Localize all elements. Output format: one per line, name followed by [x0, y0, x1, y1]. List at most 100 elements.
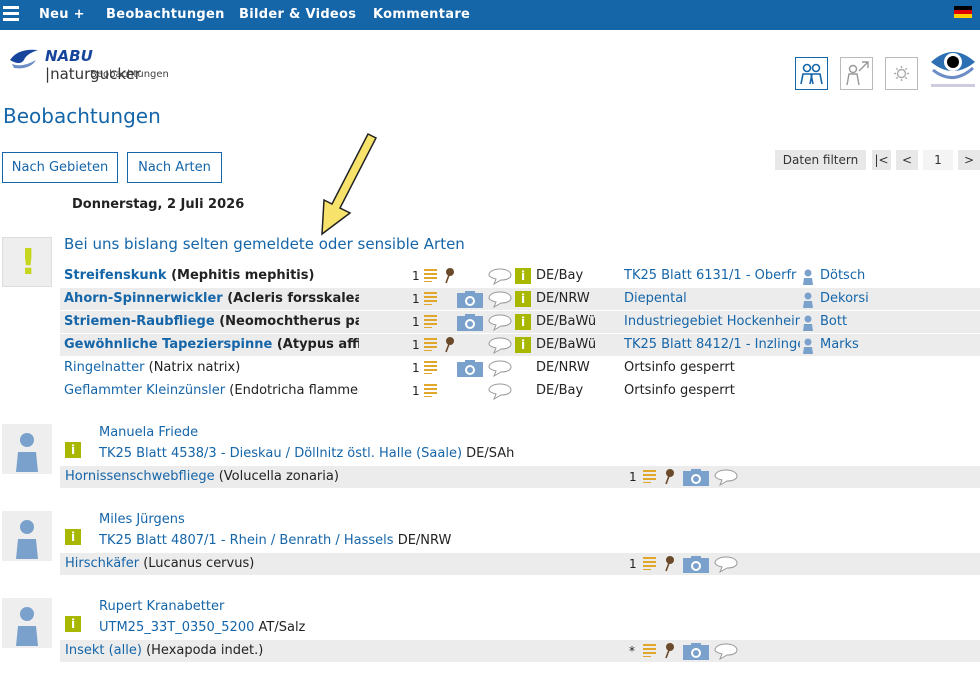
user-name[interactable]: Rupert Kranabetter: [99, 599, 224, 614]
species-name[interactable]: Hirschkäfer (Lucanus cervus): [65, 556, 565, 571]
user-name[interactable]: Manuela Friede: [99, 425, 198, 440]
info-icon[interactable]: i: [515, 314, 531, 330]
info-icon[interactable]: i: [515, 268, 531, 284]
community-button[interactable]: [795, 57, 828, 90]
comment-icon[interactable]: [488, 314, 512, 335]
avatar[interactable]: [2, 598, 52, 648]
info-icon[interactable]: i: [515, 291, 531, 307]
comment-icon[interactable]: [714, 469, 738, 490]
species-name[interactable]: Insekt (alle) (Hexapoda indet.): [65, 643, 565, 658]
observer-name[interactable]: Dekorsi: [820, 291, 869, 306]
page-number[interactable]: 1: [923, 150, 953, 170]
user-name[interactable]: Miles Jürgens: [99, 512, 185, 527]
list-icon[interactable]: [643, 556, 657, 574]
comment-icon[interactable]: [488, 268, 512, 289]
list-icon[interactable]: [643, 469, 657, 487]
region-code: DE/Bay: [536, 268, 584, 283]
list-icon[interactable]: [424, 314, 438, 332]
species-common-name[interactable]: Ahorn-Spinnerwickler: [64, 291, 223, 306]
species-common-name[interactable]: Hirschkäfer: [65, 556, 139, 571]
species-common-name[interactable]: Geflammter Kleinzünsler: [64, 383, 225, 398]
location-link[interactable]: TK25 Blatt 4538/3 - Dieskau / Döllnitz ö…: [99, 446, 462, 461]
location-link[interactable]: TK25 Blatt 4807/1 - Rhein / Benrath / Ha…: [99, 533, 394, 548]
camera-icon[interactable]: [457, 291, 483, 312]
info-icon[interactable]: i: [65, 616, 81, 632]
list-icon[interactable]: [424, 337, 438, 355]
location-name[interactable]: Diepental: [624, 291, 800, 306]
species-name[interactable]: Ringelnatter (Natrix natrix): [64, 360, 359, 375]
sensitive-species-heading[interactable]: Bei uns bislang selten gemeldete oder se…: [64, 235, 465, 253]
login-button[interactable]: [840, 57, 873, 90]
info-icon[interactable]: i: [515, 337, 531, 353]
location-name: Ortsinfo gesperrt: [624, 383, 735, 398]
species-name[interactable]: Streifenskunk (Mephitis mephitis): [64, 268, 359, 283]
nav-kommentare[interactable]: Kommentare: [373, 7, 470, 22]
person-arrow-icon: [846, 61, 869, 86]
observation-row[interactable]: Insekt (alle) (Hexapoda indet.) *: [60, 640, 980, 662]
avatar[interactable]: [2, 424, 52, 474]
comment-icon[interactable]: [488, 360, 512, 381]
list-icon[interactable]: [643, 643, 657, 661]
filter-data-button[interactable]: Daten filtern: [775, 150, 866, 170]
species-common-name[interactable]: Streifenskunk: [64, 268, 167, 283]
species-name[interactable]: Geflammter Kleinzünsler (Endotricha flam…: [64, 383, 359, 398]
observation-row[interactable]: Hirschkäfer (Lucanus cervus) 1: [60, 553, 980, 575]
species-name[interactable]: Ahorn-Spinnerwickler (Acleris forsskalea…: [64, 291, 359, 306]
sensitive-observation-row[interactable]: Ahorn-Spinnerwickler (Acleris forsskalea…: [60, 288, 980, 310]
list-icon[interactable]: [424, 268, 438, 286]
by-species-button[interactable]: Nach Arten: [127, 152, 222, 183]
observation-count: 1: [412, 384, 420, 398]
species-common-name[interactable]: Ringelnatter: [64, 360, 145, 375]
first-page-button[interactable]: |<: [872, 150, 891, 170]
sensitive-observation-row[interactable]: Ringelnatter (Natrix natrix) 1 DE/NRW Ortsi…: [60, 357, 980, 379]
camera-icon[interactable]: [683, 469, 709, 490]
species-name[interactable]: Striemen-Raubfliege (Neomochtherus palli…: [64, 314, 359, 329]
list-icon[interactable]: [424, 360, 438, 378]
comment-icon[interactable]: [488, 383, 512, 404]
by-area-button[interactable]: Nach Gebieten: [2, 152, 118, 183]
eye-logo-icon[interactable]: [927, 40, 979, 92]
sensitive-observation-row[interactable]: Striemen-Raubfliege (Neomochtherus palli…: [60, 311, 980, 333]
observation-row[interactable]: Hornissenschwebfliege (Volucella zonaria…: [60, 466, 980, 488]
location-name[interactable]: TK25 Blatt 8412/1 - Inzlingen: [624, 337, 800, 352]
observation-count: 1: [629, 470, 637, 484]
species-common-name[interactable]: Insekt (alle): [65, 643, 142, 658]
camera-icon[interactable]: [683, 643, 709, 664]
observer-name[interactable]: Bott: [820, 314, 847, 329]
prev-page-button[interactable]: <: [896, 150, 918, 170]
info-icon[interactable]: i: [65, 529, 81, 545]
pin-icon: [664, 469, 674, 489]
sensitive-observation-row[interactable]: Streifenskunk (Mephitis mephitis) 1 i DE/Ba…: [60, 265, 980, 287]
camera-icon[interactable]: [457, 314, 483, 335]
species-common-name[interactable]: Striemen-Raubfliege: [64, 314, 215, 329]
list-icon[interactable]: [424, 291, 438, 309]
german-flag-icon[interactable]: [954, 6, 972, 18]
species-name[interactable]: Hornissenschwebfliege (Volucella zonaria…: [65, 469, 565, 484]
location-name[interactable]: Industriegebiet Hockenheim: [624, 314, 800, 329]
comment-icon[interactable]: [714, 556, 738, 577]
sensitive-observation-row[interactable]: Gewöhnliche Tapezierspinne (Atypus affin…: [60, 334, 980, 356]
next-page-button[interactable]: >: [958, 150, 980, 170]
comment-icon[interactable]: [714, 643, 738, 664]
observer-name[interactable]: Marks: [820, 337, 859, 352]
settings-button[interactable]: [885, 57, 918, 90]
camera-icon[interactable]: [457, 360, 483, 381]
location-link[interactable]: UTM25_33T_0350_5200: [99, 620, 254, 635]
species-name[interactable]: Gewöhnliche Tapezierspinne (Atypus affin…: [64, 337, 359, 352]
hamburger-icon[interactable]: [3, 6, 19, 22]
species-common-name[interactable]: Gewöhnliche Tapezierspinne: [64, 337, 272, 352]
species-common-name[interactable]: Hornissenschwebfliege: [65, 469, 215, 484]
sensitive-observation-row[interactable]: Geflammter Kleinzünsler (Endotricha flam…: [60, 380, 980, 402]
comment-icon[interactable]: [488, 291, 512, 312]
comment-icon[interactable]: [488, 337, 512, 358]
avatar[interactable]: [2, 511, 52, 561]
camera-icon[interactable]: [683, 556, 709, 577]
nav-bilder-videos[interactable]: Bilder & Videos: [239, 7, 356, 22]
naturgucker-logo[interactable]: NABU |naturgucker Beobachtungen: [8, 42, 188, 87]
observer-name[interactable]: Dötsch: [820, 268, 865, 283]
location-name[interactable]: TK25 Blatt 6131/1 - Oberfr: [624, 268, 800, 283]
nav-beobachtungen[interactable]: Beobachtungen: [106, 7, 225, 22]
list-icon[interactable]: [424, 383, 438, 401]
info-icon[interactable]: i: [65, 442, 81, 458]
nav-new[interactable]: Neu +: [39, 7, 85, 22]
